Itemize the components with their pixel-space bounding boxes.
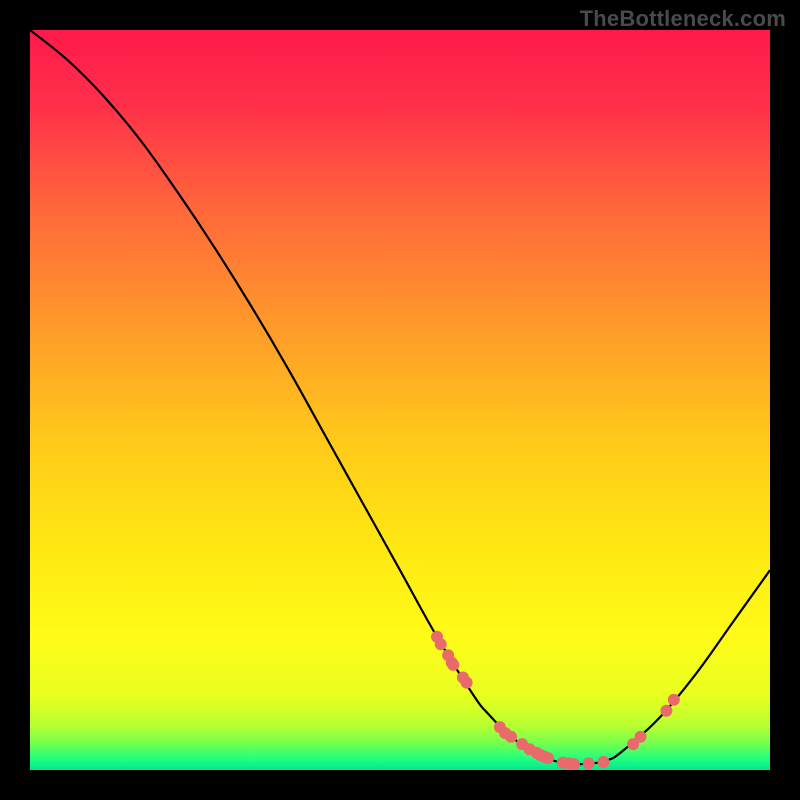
chart-container: TheBottleneck.com bbox=[0, 0, 800, 800]
data-point bbox=[668, 694, 680, 706]
watermark-text: TheBottleneck.com bbox=[580, 6, 786, 32]
plot-area bbox=[30, 30, 770, 770]
data-point bbox=[505, 731, 517, 743]
data-point bbox=[598, 756, 610, 768]
data-point bbox=[568, 758, 580, 770]
chart-svg bbox=[30, 30, 770, 770]
data-point bbox=[583, 757, 595, 769]
data-point bbox=[542, 752, 554, 764]
data-point bbox=[660, 705, 672, 717]
data-point bbox=[435, 638, 447, 650]
data-point bbox=[635, 731, 647, 743]
data-point bbox=[461, 677, 473, 689]
data-point bbox=[447, 659, 459, 671]
